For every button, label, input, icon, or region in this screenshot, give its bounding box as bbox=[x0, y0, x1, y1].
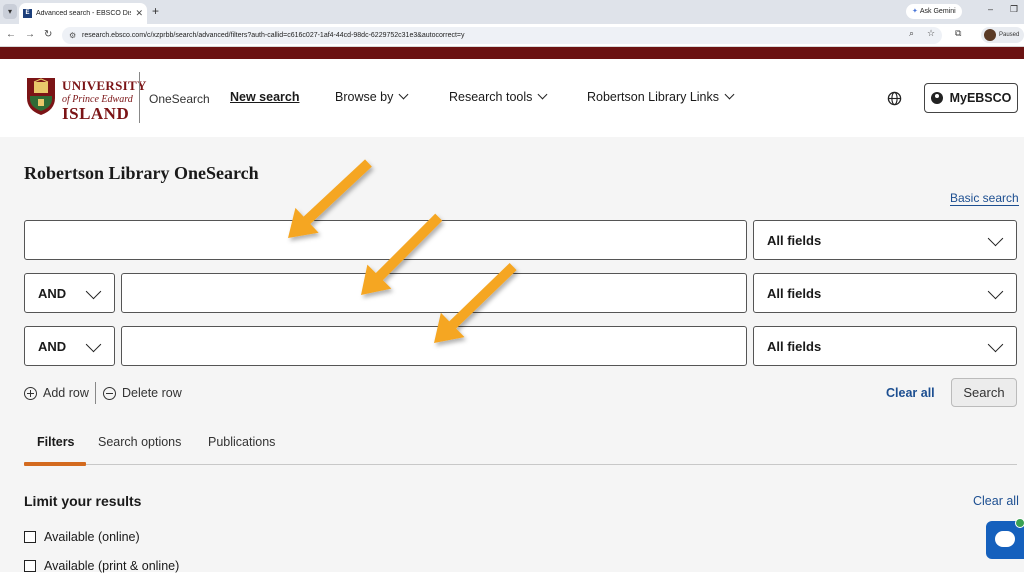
site-header: UNIVERSITY of Prince Edward ISLAND OneSe… bbox=[0, 59, 1024, 137]
chevron-down-icon bbox=[85, 336, 102, 353]
delete-row-button[interactable]: Delete row bbox=[103, 386, 182, 400]
plus-circle-icon bbox=[24, 386, 37, 400]
bookmark-star-icon[interactable]: ☆ bbox=[927, 28, 935, 39]
operator-value: AND bbox=[38, 338, 67, 354]
profile-avatar bbox=[984, 29, 996, 41]
limit-option-available-online[interactable]: Available (online) bbox=[24, 530, 140, 544]
gemini-sparkle-icon: ✦ bbox=[912, 8, 918, 15]
extensions-icon[interactable]: ⧉ bbox=[955, 28, 961, 39]
logo-line-3: ISLAND bbox=[62, 104, 130, 123]
restore-icon[interactable]: ❐ bbox=[1010, 4, 1018, 15]
zoom-icon[interactable]: ⌕ bbox=[909, 28, 914, 39]
limit-option-label: Available (online) bbox=[44, 530, 140, 544]
boolean-operator-select-2[interactable]: AND bbox=[24, 273, 115, 313]
add-row-button[interactable]: Add row bbox=[24, 386, 89, 400]
site-info-icon[interactable]: ⚙ bbox=[69, 27, 76, 44]
url-text: research.ebsco.com/c/xzprbb/search/advan… bbox=[82, 32, 465, 39]
chevron-down-icon bbox=[537, 89, 548, 100]
checkbox[interactable] bbox=[24, 531, 36, 543]
chat-bubble-icon bbox=[995, 531, 1015, 547]
search-query-input-3[interactable] bbox=[121, 326, 747, 366]
chevron-down-icon bbox=[987, 336, 1004, 353]
profile-status: Paused bbox=[999, 32, 1020, 38]
ask-gemini-button[interactable]: ✦ Ask Gemini bbox=[906, 4, 962, 19]
product-name: OneSearch bbox=[149, 92, 210, 106]
browser-tab-bar: ▾ E Advanced search - EBSCO Disc ✕ + ✦ As… bbox=[0, 0, 1024, 24]
limit-option-label: Available (print & online) bbox=[44, 559, 180, 573]
field-select-value: All fields bbox=[767, 232, 822, 248]
header-divider bbox=[139, 72, 140, 123]
nav-robertson-links[interactable]: Robertson Library Links bbox=[587, 89, 735, 104]
row-controls-divider bbox=[95, 382, 96, 404]
ebsco-favicon-icon: E bbox=[23, 9, 32, 18]
minimize-icon[interactable]: – bbox=[988, 4, 993, 14]
active-tab-indicator bbox=[24, 462, 86, 466]
field-select-value: All fields bbox=[767, 285, 822, 301]
myebsco-label: MyEBSCO bbox=[949, 91, 1012, 105]
ask-gemini-label: Ask Gemini bbox=[919, 8, 956, 15]
tab-list-button[interactable]: ▾ bbox=[3, 4, 17, 19]
clear-all-button[interactable]: Clear all bbox=[886, 386, 935, 400]
chevron-down-icon bbox=[398, 89, 409, 100]
basic-search-link[interactable]: Basic search bbox=[950, 191, 1019, 206]
back-arrow-icon[interactable]: ← bbox=[6, 29, 16, 41]
limit-option-available-print-online[interactable]: Available (print & online) bbox=[24, 559, 179, 573]
new-tab-button[interactable]: + bbox=[152, 4, 159, 18]
nav-robertson-links-label: Robertson Library Links bbox=[587, 90, 720, 104]
university-logo-text[interactable]: UNIVERSITY of Prince Edward ISLAND bbox=[62, 78, 147, 122]
field-select-2[interactable]: All fields bbox=[753, 273, 1017, 313]
add-row-label: Add row bbox=[43, 386, 89, 400]
account-icon bbox=[930, 92, 943, 104]
tabs-divider bbox=[24, 464, 1017, 465]
search-query-input-2[interactable] bbox=[121, 273, 747, 313]
field-select-3[interactable]: All fields bbox=[753, 326, 1017, 366]
browser-tab[interactable]: E Advanced search - EBSCO Disc ✕ bbox=[19, 3, 147, 24]
upei-crest-icon[interactable] bbox=[25, 76, 57, 116]
clear-limits-link[interactable]: Clear all bbox=[973, 494, 1019, 508]
nav-browse-by[interactable]: Browse by bbox=[335, 89, 409, 104]
brand-stripe bbox=[0, 47, 1024, 59]
nav-research-tools[interactable]: Research tools bbox=[449, 89, 548, 104]
url-field[interactable]: ⚙ research.ebsco.com/c/xzprbb/search/adv… bbox=[62, 27, 942, 44]
tab-title: Advanced search - EBSCO Disc bbox=[36, 10, 132, 17]
forward-arrow-icon[interactable]: → bbox=[25, 29, 35, 41]
search-query-input-1[interactable] bbox=[24, 220, 747, 260]
profile-button[interactable]: Paused bbox=[981, 27, 1024, 43]
tab-filters[interactable]: Filters bbox=[37, 435, 75, 449]
nav-new-search[interactable]: New search bbox=[230, 90, 299, 104]
nav-research-tools-label: Research tools bbox=[449, 90, 533, 104]
chevron-down-icon bbox=[85, 283, 102, 300]
delete-row-label: Delete row bbox=[122, 386, 182, 400]
logo-line-1: UNIVERSITY bbox=[62, 78, 147, 93]
close-tab-icon[interactable]: ✕ bbox=[135, 8, 143, 19]
address-bar-row: ← → ↻ ⚙ research.ebsco.com/c/xzprbb/sear… bbox=[0, 24, 1024, 47]
advanced-search-panel: Robertson Library OneSearch Basic search… bbox=[0, 137, 1024, 573]
online-status-icon bbox=[1015, 518, 1024, 528]
boolean-operator-select-3[interactable]: AND bbox=[24, 326, 115, 366]
myebsco-button[interactable]: MyEBSCO bbox=[924, 83, 1018, 113]
globe-language-icon[interactable] bbox=[887, 91, 902, 106]
tab-search-options[interactable]: Search options bbox=[98, 435, 181, 449]
chevron-down-icon bbox=[987, 230, 1004, 247]
nav-browse-by-label: Browse by bbox=[335, 90, 394, 104]
field-select-value: All fields bbox=[767, 338, 822, 354]
checkbox[interactable] bbox=[24, 560, 36, 572]
chevron-down-icon bbox=[987, 283, 1004, 300]
field-select-1[interactable]: All fields bbox=[753, 220, 1017, 260]
page-title: Robertson Library OneSearch bbox=[24, 163, 259, 183]
chevron-down-icon bbox=[724, 89, 735, 100]
reload-icon[interactable]: ↻ bbox=[44, 29, 52, 41]
limit-results-heading: Limit your results bbox=[24, 493, 142, 509]
chat-button[interactable] bbox=[986, 518, 1024, 559]
search-button[interactable]: Search bbox=[951, 378, 1017, 407]
tab-publications[interactable]: Publications bbox=[208, 435, 275, 449]
operator-value: AND bbox=[38, 285, 67, 301]
minus-circle-icon bbox=[103, 386, 116, 400]
